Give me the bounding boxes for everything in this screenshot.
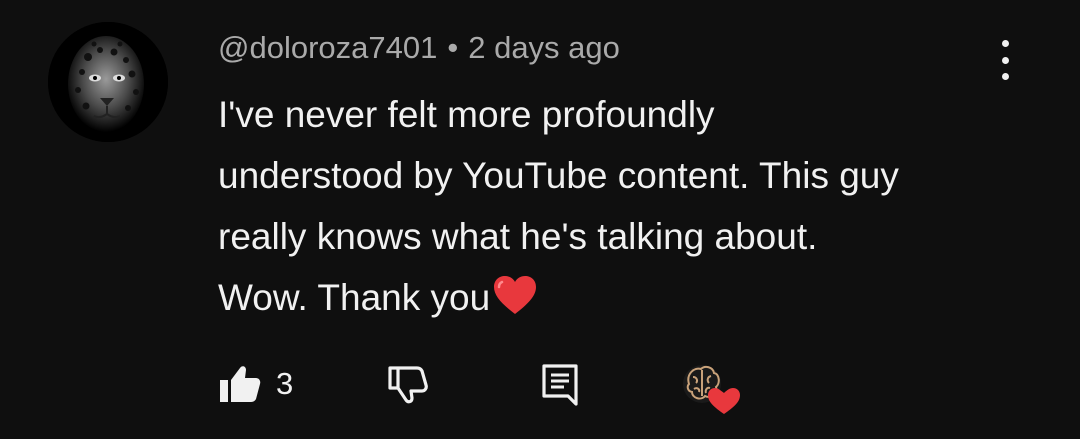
comment-line-1: I've never felt more profoundly	[218, 94, 715, 135]
comment-line-4: Wow. Thank you	[218, 267, 1018, 334]
separator-dot: •	[447, 30, 459, 65]
author-handle[interactable]: @doloroza7401	[218, 30, 437, 65]
comment-header: @doloroza7401 • 2 days ago	[218, 28, 620, 68]
like-button[interactable]	[218, 362, 262, 411]
comment-actions: 3	[218, 362, 758, 414]
comment-timestamp[interactable]: 2 days ago	[468, 30, 620, 65]
red-heart-emoji-icon	[492, 273, 538, 334]
comment-line-3: really knows what he's talking about.	[218, 216, 818, 257]
thumbs-up-filled-icon	[220, 366, 261, 402]
creator-heart-brain-icon	[683, 365, 740, 414]
reply-comment-icon	[542, 364, 578, 406]
thumbs-down-outline-icon	[388, 366, 428, 404]
comment-thread-item: @doloroza7401 • 2 days ago I've never felt…	[0, 0, 1080, 439]
dislike-button[interactable]	[386, 362, 432, 413]
author-avatar[interactable]	[48, 22, 168, 142]
reply-button[interactable]	[540, 362, 582, 413]
creator-heart-badge	[680, 362, 740, 416]
comment-line-4-text: Wow. Thank you	[218, 277, 491, 318]
leopard-avatar-icon	[48, 22, 168, 142]
more-vertical-icon	[1001, 40, 1009, 47]
like-count: 3	[276, 366, 294, 401]
comment-text: I've never felt more profoundly understo…	[218, 84, 1018, 334]
more-options-button[interactable]	[988, 40, 1022, 80]
comment-line-2: understood by YouTube content. This guy	[218, 155, 899, 196]
